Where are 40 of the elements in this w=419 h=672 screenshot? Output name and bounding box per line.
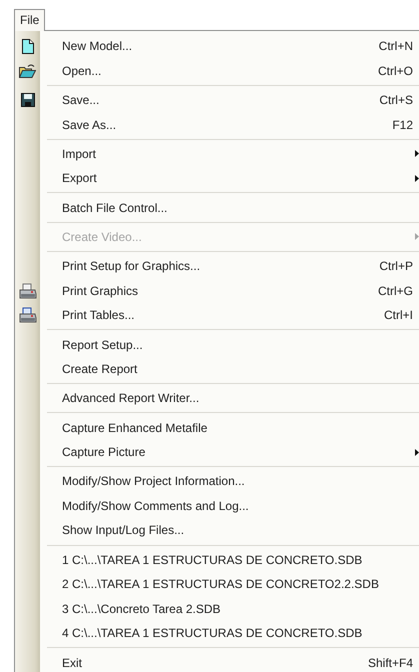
shortcut-text: F12 — [392, 118, 413, 132]
menu-item[interactable]: Report Setup... — [62, 338, 419, 352]
menu-item[interactable]: Print Graphics — [62, 284, 378, 298]
submenu-arrow-icon — [415, 448, 419, 456]
menu-item[interactable]: New Model... — [62, 39, 379, 54]
menu-item[interactable]: Capture Picture — [62, 445, 415, 460]
menu-item[interactable]: Import — [62, 146, 415, 161]
menu-item[interactable]: 3 C:\...\Concreto Tarea 2.SDB — [62, 602, 419, 616]
menu-item[interactable]: Show Input/Log Files... — [62, 523, 419, 538]
shortcut-text: Ctrl+O — [378, 64, 413, 78]
submenu-arrow-icon — [415, 150, 419, 158]
menu-item[interactable]: Advanced Report Writer... — [62, 391, 419, 406]
menu-item[interactable]: Modify/Show Comments and Log... — [62, 498, 419, 513]
menu-item[interactable]: Save As... — [62, 118, 392, 132]
menu-item[interactable]: Capture Enhanced Metafile — [62, 420, 419, 435]
menu-item[interactable]: Print Setup for Graphics... — [62, 259, 380, 274]
shortcut-text: Ctrl+P — [379, 259, 413, 274]
menu-item[interactable]: 1 C:\...\TAREA 1 ESTRUCTURAS DE CONCRETO.SDB — [62, 552, 419, 567]
printer-icon — [18, 282, 36, 299]
menu-item[interactable]: 4 C:\...\TAREA 1 ESTRUCTURAS DE CONCRETO.SDB — [62, 626, 419, 640]
menu-bar-item[interactable]: File — [14, 9, 46, 31]
document-icon — [22, 38, 34, 54]
submenu-arrow-icon — [415, 174, 419, 182]
shortcut-text: Ctrl+G — [378, 284, 413, 298]
shortcut-text: Ctrl+N — [378, 39, 413, 54]
printer-icon — [18, 307, 36, 324]
menu-item[interactable]: Batch File Control... — [62, 200, 419, 215]
menu-item[interactable]: Exit — [62, 656, 368, 670]
shortcut-text: Shift+F4 — [368, 656, 413, 670]
folder-icon — [19, 64, 36, 78]
menu-item[interactable]: Create Report — [62, 362, 419, 376]
menu-item[interactable]: Export — [62, 171, 415, 186]
menu-item[interactable]: 2 C:\...\TAREA 1 ESTRUCTURAS DE CONCRETO2.2.SDB — [62, 577, 419, 592]
submenu-arrow-icon — [415, 233, 419, 240]
menu-item[interactable]: Modify/Show Project Information... — [62, 474, 419, 488]
shortcut-text: Ctrl+S — [379, 93, 413, 108]
shortcut-text: Ctrl+I — [384, 308, 413, 322]
menu-item[interactable]: Print Tables... — [62, 308, 384, 322]
menu-item[interactable]: Open... — [62, 64, 378, 78]
menu-item[interactable]: Save... — [62, 93, 380, 108]
